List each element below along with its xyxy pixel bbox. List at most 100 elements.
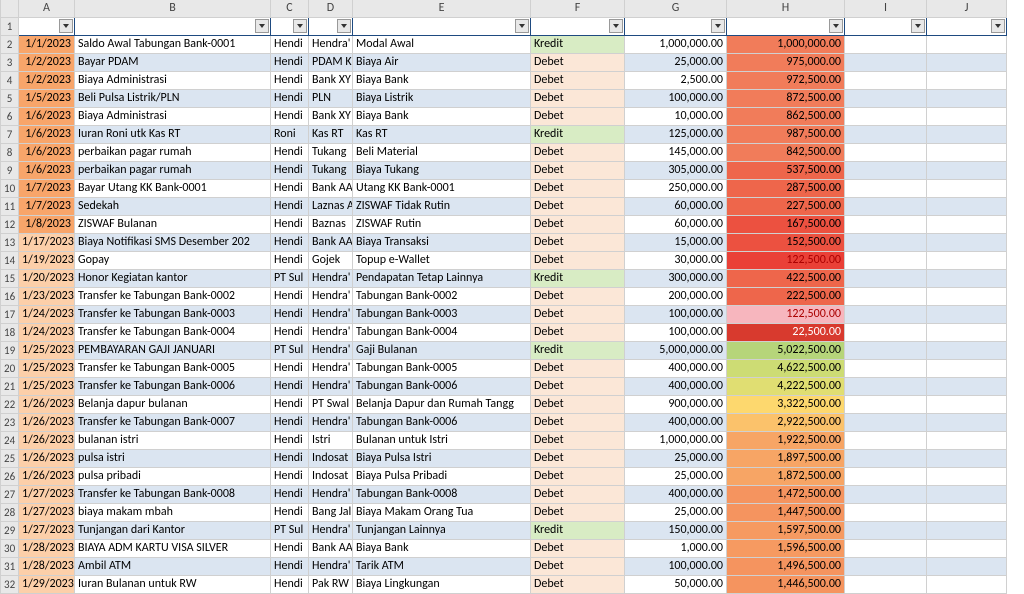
cell-tanggal[interactable]: 1/5/2023 — [19, 90, 75, 108]
cell-tanggal[interactable]: 1/25/2023 — [19, 342, 75, 360]
filter-header-H[interactable]: Saldo — [727, 18, 845, 36]
cell-empty[interactable] — [845, 252, 927, 270]
cell-entitas1[interactable]: Hendi — [271, 450, 309, 468]
filter-dropdown-icon[interactable] — [991, 19, 1005, 33]
cell-entitas2[interactable]: Hendra' — [309, 558, 353, 576]
cell-keterangan[interactable]: Ambil ATM — [75, 558, 271, 576]
cell-empty[interactable] — [845, 576, 927, 594]
cell-entitas1[interactable]: Hendi — [271, 90, 309, 108]
cell-akun[interactable]: Beli Material — [353, 144, 531, 162]
row-header[interactable]: 24 — [1, 432, 19, 450]
cell-jenis[interactable]: Debet — [531, 378, 625, 396]
cell-empty[interactable] — [845, 270, 927, 288]
cell-entitas2[interactable]: Kas RT — [309, 126, 353, 144]
row-header[interactable]: 6 — [1, 108, 19, 126]
cell-empty[interactable] — [927, 54, 1007, 72]
cell-empty[interactable] — [845, 180, 927, 198]
cell-jumlah[interactable]: 200,000.00 — [625, 288, 727, 306]
cell-saldo[interactable]: 842,500.00 — [727, 144, 845, 162]
cell-tanggal[interactable]: 1/1/2023 — [19, 36, 75, 54]
cell-entitas1[interactable]: Hendi — [271, 108, 309, 126]
cell-jenis[interactable]: Kredit — [531, 126, 625, 144]
cell-jumlah[interactable]: 15,000.00 — [625, 234, 727, 252]
cell-keterangan[interactable]: Gopay — [75, 252, 271, 270]
cell-jumlah[interactable]: 2,500.00 — [625, 72, 727, 90]
cell-entitas1[interactable]: Hendi — [271, 396, 309, 414]
cell-tanggal[interactable]: 1/25/2023 — [19, 360, 75, 378]
cell-akun[interactable]: Topup e-Wallet — [353, 252, 531, 270]
cell-empty[interactable] — [927, 378, 1007, 396]
cell-tanggal[interactable]: 1/17/2023 — [19, 234, 75, 252]
cell-entitas1[interactable]: Hendi — [271, 216, 309, 234]
cell-tanggal[interactable]: 1/25/2023 — [19, 378, 75, 396]
cell-jumlah[interactable]: 60,000.00 — [625, 216, 727, 234]
cell-akun[interactable]: Pendapatan Tetap Lainnya — [353, 270, 531, 288]
cell-jumlah[interactable]: 400,000.00 — [625, 360, 727, 378]
cell-empty[interactable] — [927, 504, 1007, 522]
cell-entitas2[interactable]: Hendra' — [309, 360, 353, 378]
cell-saldo[interactable]: 222,500.00 — [727, 288, 845, 306]
cell-entitas1[interactable]: Hendi — [271, 540, 309, 558]
cell-jenis[interactable]: Debet — [531, 252, 625, 270]
cell-akun[interactable]: Utang KK Bank-0001 — [353, 180, 531, 198]
cell-entitas2[interactable]: Bank AA — [309, 234, 353, 252]
cell-jenis[interactable]: Debet — [531, 162, 625, 180]
cell-empty[interactable] — [927, 558, 1007, 576]
cell-empty[interactable] — [927, 90, 1007, 108]
cell-empty[interactable] — [845, 558, 927, 576]
cell-akun[interactable]: Biaya Pulsa Pribadi — [353, 468, 531, 486]
cell-keterangan[interactable]: Honor Kegiatan kantor — [75, 270, 271, 288]
cell-empty[interactable] — [927, 288, 1007, 306]
cell-akun[interactable]: Tabungan Bank-0005 — [353, 360, 531, 378]
cell-akun[interactable]: Biaya Lingkungan — [353, 576, 531, 594]
cell-saldo[interactable]: 1,447,500.00 — [727, 504, 845, 522]
cell-tanggal[interactable]: 1/26/2023 — [19, 468, 75, 486]
filter-dropdown-icon[interactable] — [59, 19, 73, 33]
filter-header-E[interactable]: Akun Terkait — [353, 18, 531, 36]
cell-tanggal[interactable]: 1/26/2023 — [19, 432, 75, 450]
cell-empty[interactable] — [845, 216, 927, 234]
filter-dropdown-icon[interactable] — [711, 19, 725, 33]
cell-tanggal[interactable]: 1/28/2023 — [19, 540, 75, 558]
cell-tanggal[interactable]: 1/27/2023 — [19, 504, 75, 522]
cell-akun[interactable]: Tabungan Bank-0004 — [353, 324, 531, 342]
cell-jenis[interactable]: Debet — [531, 504, 625, 522]
row-header[interactable]: 23 — [1, 414, 19, 432]
cell-jenis[interactable]: Debet — [531, 198, 625, 216]
cell-keterangan[interactable]: Tunjangan dari Kantor — [75, 522, 271, 540]
cell-empty[interactable] — [845, 288, 927, 306]
row-header[interactable]: 19 — [1, 342, 19, 360]
cell-akun[interactable]: Modal Awal — [353, 36, 531, 54]
cell-jumlah[interactable]: 25,000.00 — [625, 54, 727, 72]
cell-jumlah[interactable]: 305,000.00 — [625, 162, 727, 180]
cell-akun[interactable]: Gaji Bulanan — [353, 342, 531, 360]
cell-entitas2[interactable]: Hendra' — [309, 342, 353, 360]
col-header-A[interactable]: A — [19, 0, 75, 18]
row-header[interactable]: 16 — [1, 288, 19, 306]
cell-entitas2[interactable]: Hendra' — [309, 288, 353, 306]
cell-akun[interactable]: ZISWAF Rutin — [353, 216, 531, 234]
cell-tanggal[interactable]: 1/20/2023 — [19, 270, 75, 288]
cell-entitas2[interactable]: Hendra' — [309, 306, 353, 324]
row-header[interactable]: 9 — [1, 162, 19, 180]
cell-jenis[interactable]: Debet — [531, 558, 625, 576]
cell-keterangan[interactable]: perbaikan pagar rumah — [75, 144, 271, 162]
cell-entitas2[interactable]: Hendra' — [309, 270, 353, 288]
cell-jumlah[interactable]: 150,000.00 — [625, 522, 727, 540]
cell-tanggal[interactable]: 1/24/2023 — [19, 324, 75, 342]
cell-keterangan[interactable]: Bayar Utang KK Bank-0001 — [75, 180, 271, 198]
cell-jenis[interactable]: Kredit — [531, 522, 625, 540]
cell-empty[interactable] — [845, 306, 927, 324]
cell-jenis[interactable]: Debet — [531, 486, 625, 504]
row-header[interactable]: 32 — [1, 576, 19, 594]
cell-entitas2[interactable]: Tukang — [309, 162, 353, 180]
cell-tanggal[interactable]: 1/29/2023 — [19, 576, 75, 594]
filter-header-I[interactable]: Akhir Bulan — [845, 18, 927, 36]
cell-empty[interactable] — [845, 360, 927, 378]
cell-saldo[interactable]: 1,000,000.00 — [727, 36, 845, 54]
cell-entitas2[interactable]: Pak RW — [309, 576, 353, 594]
cell-jumlah[interactable]: 30,000.00 — [625, 252, 727, 270]
cell-akun[interactable]: ZISWAF Tidak Rutin — [353, 198, 531, 216]
cell-saldo[interactable]: 872,500.00 — [727, 90, 845, 108]
cell-entitas1[interactable]: Hendi — [271, 360, 309, 378]
